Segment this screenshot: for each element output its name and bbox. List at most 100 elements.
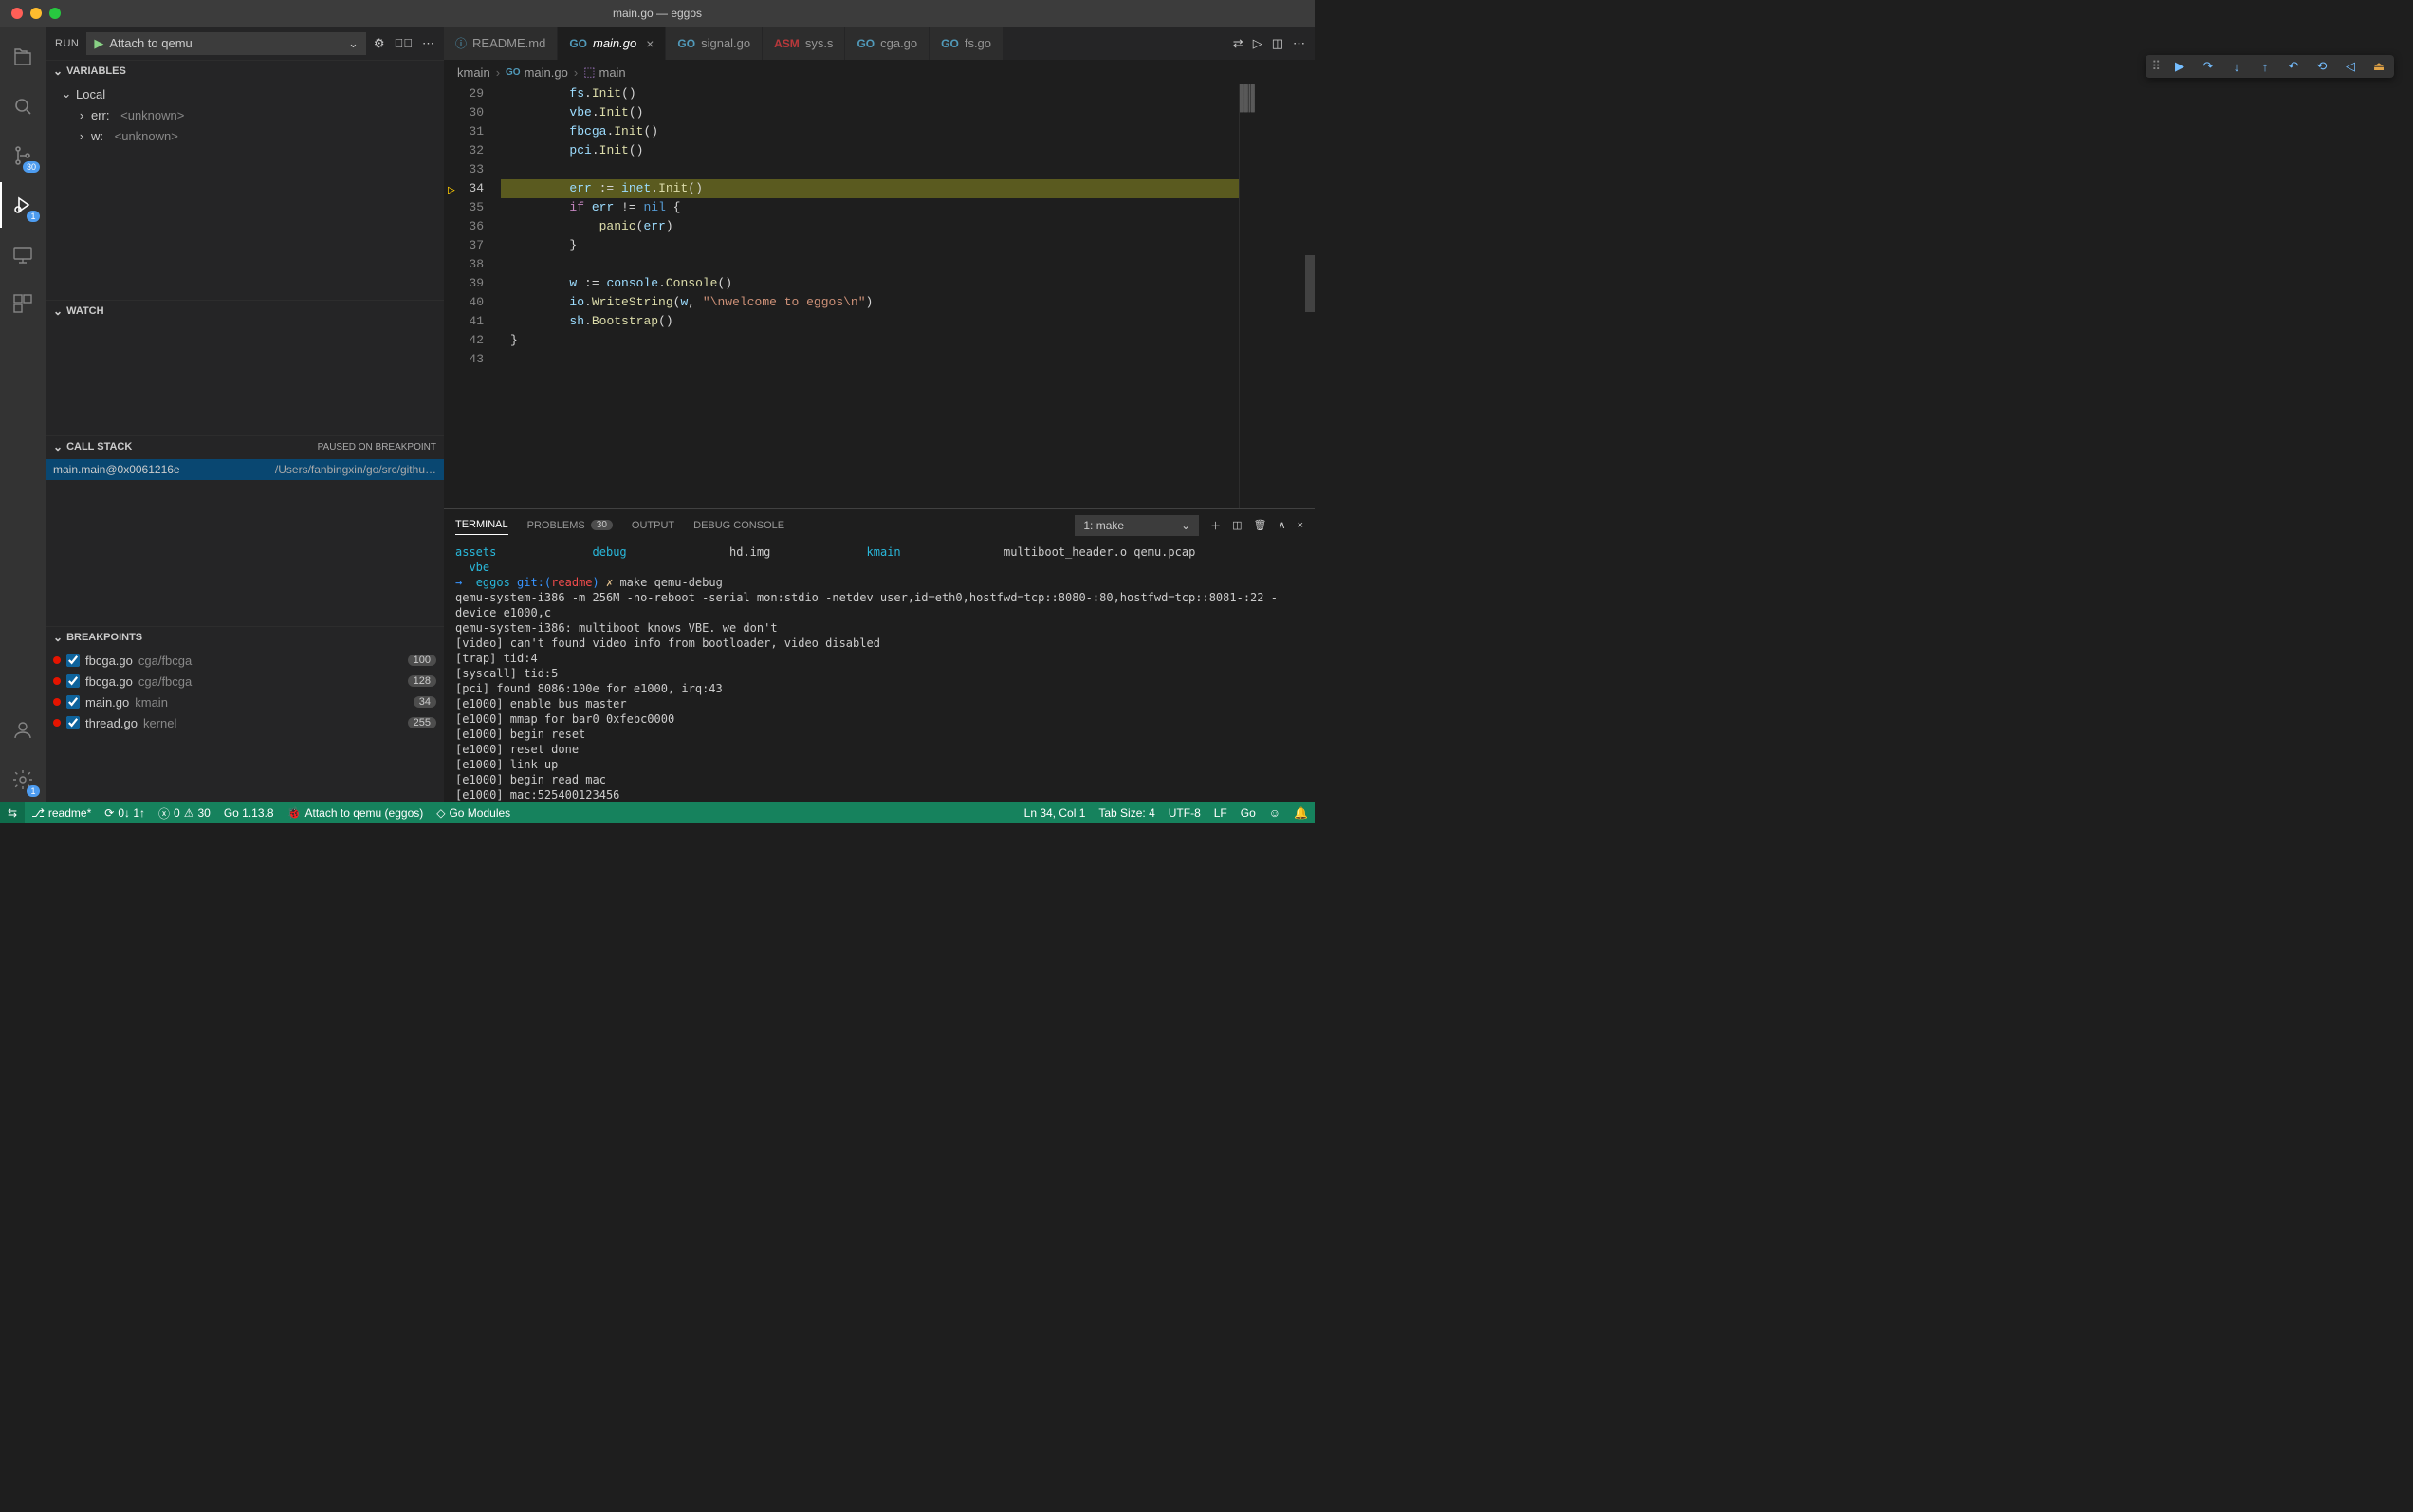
gear-icon[interactable]: ⚙ — [374, 36, 385, 51]
close-icon[interactable]: × — [646, 36, 654, 51]
language-item[interactable]: Go — [1234, 806, 1262, 820]
search-icon[interactable] — [0, 83, 46, 129]
code-line[interactable]: pci.Init() — [501, 141, 1239, 160]
editor-gutter[interactable]: 293031323334▷353637383940414243 — [444, 84, 501, 508]
code-line[interactable]: } — [501, 331, 1239, 350]
breakpoint-line-badge: 100 — [408, 655, 436, 666]
notifications-icon[interactable]: 🔔 — [1287, 806, 1315, 820]
breakpoint-checkbox[interactable] — [66, 654, 80, 667]
callstack-header[interactable]: CALL STACK PAUSED ON BREAKPOINT — [46, 436, 444, 457]
indent-item[interactable]: Tab Size: 4 — [1092, 806, 1161, 820]
variable-item[interactable]: › err: <unknown> — [46, 104, 444, 125]
chevron-right-icon: › — [76, 108, 87, 122]
split-editor-icon[interactable]: ◫ — [1272, 36, 1283, 51]
cursor-position-item[interactable]: Ln 34, Col 1 — [1018, 806, 1093, 820]
maximize-panel-icon[interactable]: ∧ — [1279, 519, 1286, 531]
code-line[interactable]: w := console.Console() — [501, 274, 1239, 293]
source-control-icon[interactable]: 30 — [0, 133, 46, 178]
feedback-icon[interactable]: ☺ — [1262, 806, 1287, 820]
extensions-icon[interactable] — [0, 281, 46, 326]
tab-readme[interactable]: ⓘ README.md — [444, 27, 558, 60]
more-icon[interactable]: ⋯ — [1293, 36, 1305, 51]
code-line[interactable]: } — [501, 236, 1239, 255]
breakpoint-item[interactable]: fbcga.gocga/fbcga100 — [46, 650, 444, 671]
code-line[interactable] — [501, 350, 1239, 369]
variables-scope[interactable]: ⌄ Local — [46, 83, 444, 104]
breakpoint-file: fbcga.go — [85, 654, 133, 668]
go-version-item[interactable]: Go 1.13.8 — [217, 806, 281, 820]
split-terminal-icon[interactable]: ◫ — [1232, 519, 1242, 531]
run-debug-icon[interactable]: 1 — [0, 182, 46, 228]
code-line[interactable]: fs.Init() — [501, 84, 1239, 103]
chevron-right-icon: › — [574, 65, 578, 80]
kill-terminal-icon[interactable]: 🗑 — [1254, 519, 1267, 531]
debug-console-tab[interactable]: DEBUG CONSOLE — [693, 520, 784, 531]
tab-sys-s[interactable]: ASM sys.s — [763, 27, 845, 60]
output-tab[interactable]: OUTPUT — [632, 520, 674, 531]
variables-header[interactable]: VARIABLES — [46, 61, 444, 82]
callstack-frame[interactable]: main.main@0x0061216e /Users/fanbingxin/g… — [46, 459, 444, 480]
code-line[interactable]: panic(err) — [501, 217, 1239, 236]
code-line[interactable]: sh.Bootstrap() — [501, 312, 1239, 331]
code-line[interactable]: err := inet.Init() — [501, 179, 1239, 198]
breadcrumb-file[interactable]: main.go — [525, 65, 568, 80]
breakpoint-item[interactable]: main.gokmain34 — [46, 691, 444, 712]
compare-icon[interactable]: ⇄ — [1233, 36, 1243, 51]
editor-code[interactable]: fs.Init() vbe.Init() fbcga.Init() pci.In… — [501, 84, 1239, 508]
tab-fs-go[interactable]: GO fs.go — [930, 27, 1004, 60]
breakpoint-checkbox[interactable] — [66, 695, 80, 709]
eol-item[interactable]: LF — [1207, 806, 1234, 820]
terminal-select[interactable]: 1: make ⌄ — [1075, 515, 1199, 536]
code-line[interactable]: fbcga.Init() — [501, 122, 1239, 141]
chevron-down-icon: ⌄ — [1181, 519, 1190, 532]
terminal-body[interactable]: assets debug hd.img kmain multiboot_head… — [444, 541, 1315, 802]
settings-icon[interactable]: 1 — [0, 757, 46, 802]
git-branch-item[interactable]: ⎇ readme* — [25, 806, 98, 820]
minimap[interactable]: ████ █████ ██ ████ ████ █████ ██ ████ ██… — [1239, 84, 1315, 508]
info-icon: ⓘ — [455, 35, 467, 51]
window-minimize-button[interactable] — [30, 8, 42, 19]
code-line[interactable]: vbe.Init() — [501, 103, 1239, 122]
code-line[interactable] — [501, 255, 1239, 274]
more-icon[interactable]: ⋯ — [422, 36, 434, 51]
accounts-icon[interactable] — [0, 708, 46, 753]
breadcrumb[interactable]: kmain › GO main.go › ⬚ main — [444, 60, 1315, 84]
breakpoint-checkbox[interactable] — [66, 674, 80, 688]
remote-indicator[interactable]: ⇆ — [0, 802, 25, 823]
code-line[interactable] — [501, 160, 1239, 179]
watch-header[interactable]: WATCH — [46, 301, 444, 322]
breadcrumb-symbol[interactable]: main — [599, 65, 625, 80]
problems-tab[interactable]: PROBLEMS 30 — [527, 520, 613, 531]
diagnostics-item[interactable]: ⓧ 0 ⚠ 30 — [152, 805, 217, 821]
go-modules-item[interactable]: ◇ Go Modules — [430, 806, 517, 820]
breakpoint-file: thread.go — [85, 716, 138, 730]
scrollbar-thumb[interactable] — [1305, 255, 1315, 312]
tab-signal-go[interactable]: GO signal.go — [666, 27, 763, 60]
code-line[interactable]: io.WriteString(w, "\nwelcome to eggos\n"… — [501, 293, 1239, 312]
window-close-button[interactable] — [11, 8, 23, 19]
breadcrumb-folder[interactable]: kmain — [457, 65, 490, 80]
bottom-panel: TERMINAL PROBLEMS 30 OUTPUT DEBUG CONSOL… — [444, 508, 1315, 802]
breakpoint-checkbox[interactable] — [66, 716, 80, 729]
explorer-icon[interactable] — [0, 34, 46, 80]
breakpoints-header[interactable]: BREAKPOINTS — [46, 627, 444, 648]
breakpoint-item[interactable]: fbcga.gocga/fbcga128 — [46, 671, 444, 691]
tab-main-go[interactable]: GO main.go × — [558, 27, 666, 60]
editor-body[interactable]: 293031323334▷353637383940414243 fs.Init(… — [444, 84, 1315, 508]
sync-item[interactable]: ⟳ 0↓ 1↑ — [98, 806, 152, 820]
breakpoint-item[interactable]: thread.gokernel255 — [46, 712, 444, 733]
variable-item[interactable]: › w: <unknown> — [46, 125, 444, 146]
window-maximize-button[interactable] — [49, 8, 61, 19]
chevron-down-icon: ⌄ — [348, 36, 359, 51]
debug-target-item[interactable]: 🐞 Attach to qemu (eggos) — [281, 806, 431, 820]
tab-cga-go[interactable]: GO cga.go — [845, 27, 930, 60]
new-terminal-icon[interactable]: ＋ — [1210, 518, 1221, 533]
remote-explorer-icon[interactable] — [0, 231, 46, 277]
close-panel-icon[interactable]: × — [1298, 520, 1303, 531]
run-config-select[interactable]: ▶ Attach to qemu ⌄ — [86, 32, 366, 55]
run-icon[interactable]: ▷ — [1253, 36, 1262, 51]
encoding-item[interactable]: UTF-8 — [1162, 806, 1207, 820]
debug-console-icon[interactable]: ▷⃞ — [395, 36, 414, 51]
terminal-tab[interactable]: TERMINAL — [455, 519, 508, 535]
code-line[interactable]: if err != nil { — [501, 198, 1239, 217]
